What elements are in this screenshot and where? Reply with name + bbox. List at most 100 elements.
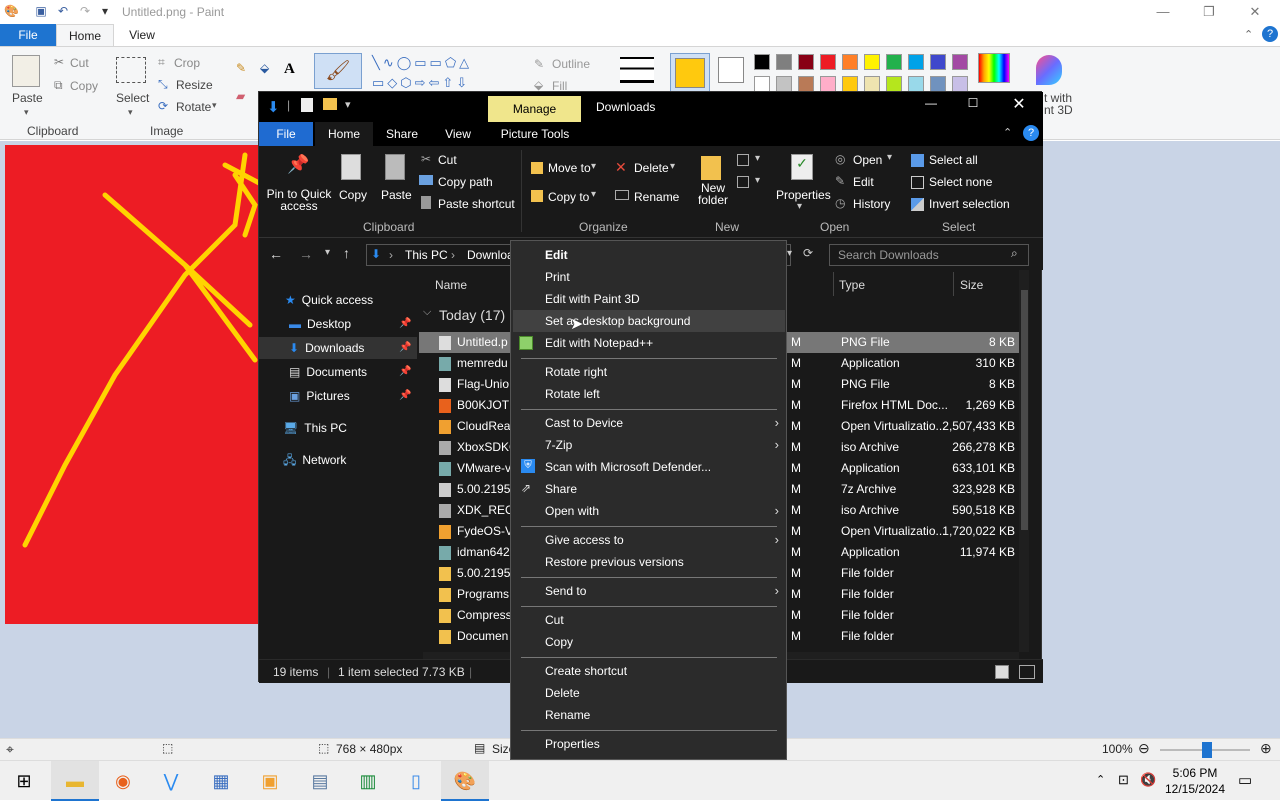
palette-color-swatch[interactable] xyxy=(930,76,946,92)
explorer-cut-button[interactable]: Cut xyxy=(438,153,457,167)
zoom-in-button[interactable]: ⊕ xyxy=(1260,740,1272,757)
move-to-icon[interactable] xyxy=(531,162,543,174)
select-icon[interactable] xyxy=(116,57,146,83)
menu-item-edit-paint3d[interactable]: Edit with Paint 3D xyxy=(513,288,785,310)
column-type-header[interactable]: Type xyxy=(839,278,865,292)
details-view-icon[interactable] xyxy=(995,665,1009,679)
copy-button[interactable]: Copy xyxy=(70,79,98,93)
paste-button[interactable]: Paste xyxy=(12,91,43,105)
zoom-out-button[interactable]: ⊖ xyxy=(1138,740,1150,757)
move-to-button[interactable]: Move to xyxy=(548,161,591,175)
nav-documents[interactable]: ▤ Documents 📌 xyxy=(259,361,417,383)
explorer-view-tab[interactable]: View xyxy=(433,122,483,146)
explorer-file-tab[interactable]: File xyxy=(259,122,313,146)
size-icon[interactable] xyxy=(620,57,654,83)
open-dropdown-icon[interactable]: ▾ xyxy=(887,152,892,163)
qa-dropdown-icon[interactable]: ▾ xyxy=(345,98,351,111)
eraser-icon[interactable]: ▰ xyxy=(236,89,245,103)
palette-color-swatch[interactable] xyxy=(930,54,946,70)
delete-dropdown-icon[interactable]: ▾ xyxy=(670,161,675,172)
explorer-close-button[interactable]: ✕ xyxy=(999,94,1039,114)
group-header-today[interactable]: Today (17) xyxy=(439,307,505,323)
easy-access-dropdown-icon[interactable]: ▾ xyxy=(755,175,760,186)
shapes-icon[interactable]: ╲∿◯▭▭⬠△ xyxy=(372,55,472,71)
vertical-scrollbar-thumb[interactable] xyxy=(1021,290,1028,530)
cut-icon[interactable]: ✂ xyxy=(54,55,64,69)
menu-item-edit[interactable]: Edit xyxy=(513,244,785,266)
paint-home-tab[interactable]: Home xyxy=(56,24,114,46)
paint3d-icon[interactable] xyxy=(1036,55,1062,85)
network-status-icon[interactable]: ⊡ xyxy=(1118,772,1129,788)
edit-icon[interactable]: ✎ xyxy=(835,174,845,188)
copy-path-icon[interactable] xyxy=(419,175,433,185)
explorer-collapse-ribbon-icon[interactable]: ⌃ xyxy=(1003,126,1012,139)
menu-item-open-with[interactable]: Open with › xyxy=(513,500,785,522)
paste-large-icon[interactable] xyxy=(385,154,405,180)
menu-item-rename[interactable]: Rename xyxy=(513,704,785,726)
menu-item-rotate-left[interactable]: Rotate left xyxy=(513,383,785,405)
nav-quick-access[interactable]: ★ Quick access xyxy=(259,289,417,311)
open-button[interactable]: Open xyxy=(853,153,882,167)
explorer-help-icon[interactable]: ? xyxy=(1023,125,1039,141)
palette-color-swatch[interactable] xyxy=(952,54,968,70)
menu-item-edit-notepadpp[interactable]: Edit with Notepad++ xyxy=(513,332,785,354)
undo-icon[interactable]: ↶ xyxy=(56,4,70,18)
nav-downloads[interactable]: ⬇ Downloads 📌 xyxy=(259,337,417,359)
palette-color-swatch[interactable] xyxy=(886,54,902,70)
copy-large-icon[interactable] xyxy=(341,154,361,180)
paint-close-button[interactable]: ✕ xyxy=(1232,0,1278,24)
new-folder-button[interactable]: New folder xyxy=(697,182,729,206)
palette-color-swatch[interactable] xyxy=(842,54,858,70)
invert-selection-icon[interactable] xyxy=(911,198,924,211)
drawing-canvas[interactable] xyxy=(5,145,263,624)
nav-this-pc[interactable]: 🖥 This PC xyxy=(259,417,417,439)
delete-icon[interactable]: ✕ xyxy=(615,159,627,176)
volume-muted-icon[interactable]: 🔇 xyxy=(1140,772,1156,788)
shapes-row2-icon[interactable]: ▭◇⬡⇨⇦⇧⇩ xyxy=(372,75,470,91)
rotate-dropdown-icon[interactable]: ▾ xyxy=(212,100,217,111)
taskbar-green-app-icon[interactable]: ▥ xyxy=(344,761,392,801)
large-icons-view-icon[interactable] xyxy=(1019,665,1035,679)
properties-dropdown-icon[interactable]: ▾ xyxy=(797,201,802,212)
back-button[interactable]: ← xyxy=(269,246,283,262)
save-icon[interactable]: ▣ xyxy=(34,4,48,18)
resize-icon[interactable]: ⤡ xyxy=(158,77,168,92)
palette-color-swatch[interactable] xyxy=(908,54,924,70)
menu-item-set-desktop-background[interactable]: Set as desktop background xyxy=(513,310,785,332)
search-input[interactable]: Search Downloads xyxy=(829,244,1029,266)
edit-with-paint3d-label-2[interactable]: nt 3D xyxy=(1044,103,1073,117)
palette-color-swatch[interactable] xyxy=(820,76,836,92)
nav-pictures[interactable]: ▣ Pictures 📌 xyxy=(259,385,417,407)
edit-button[interactable]: Edit xyxy=(853,175,874,189)
new-folder-icon[interactable] xyxy=(701,156,721,180)
fill-icon[interactable]: ⬙ xyxy=(534,78,543,92)
picture-tools-tab[interactable]: Picture Tools xyxy=(491,122,579,146)
taskbar-document-icon[interactable]: ▯ xyxy=(392,761,440,801)
palette-color-swatch[interactable] xyxy=(754,54,770,70)
search-icon[interactable]: ⌕ xyxy=(1011,246,1018,261)
color1-button[interactable] xyxy=(670,53,710,93)
nav-desktop[interactable]: ▬ Desktop 📌 xyxy=(259,313,417,335)
collapse-ribbon-icon[interactable]: ⌃ xyxy=(1244,28,1253,41)
zoom-slider-thumb[interactable] xyxy=(1202,742,1212,758)
paint-view-tab[interactable]: View xyxy=(116,24,168,46)
notification-center-icon[interactable]: ▭ xyxy=(1238,771,1252,789)
palette-color-swatch[interactable] xyxy=(798,54,814,70)
copy-to-icon[interactable] xyxy=(531,190,543,202)
resize-button[interactable]: Resize xyxy=(176,78,213,92)
cut-button[interactable]: Cut xyxy=(70,56,89,70)
properties-qa-icon[interactable] xyxy=(301,98,313,112)
outline-button[interactable]: Outline xyxy=(552,57,590,71)
rotate-button[interactable]: Rotate xyxy=(176,100,211,114)
paste-dropdown-icon[interactable]: ▾ xyxy=(24,107,29,118)
history-button[interactable]: History xyxy=(853,197,890,211)
new-item-dropdown-icon[interactable]: ▾ xyxy=(755,153,760,164)
select-button[interactable]: Select xyxy=(116,91,149,105)
refresh-button[interactable]: ⟳ xyxy=(803,246,813,260)
nav-network[interactable]: 🖧 Network xyxy=(259,449,417,471)
column-divider[interactable] xyxy=(953,272,954,296)
move-to-dropdown-icon[interactable]: ▾ xyxy=(591,161,596,172)
color2-swatch[interactable] xyxy=(718,57,744,83)
properties-button[interactable]: Properties xyxy=(776,188,831,202)
palette-color-swatch[interactable] xyxy=(886,76,902,92)
